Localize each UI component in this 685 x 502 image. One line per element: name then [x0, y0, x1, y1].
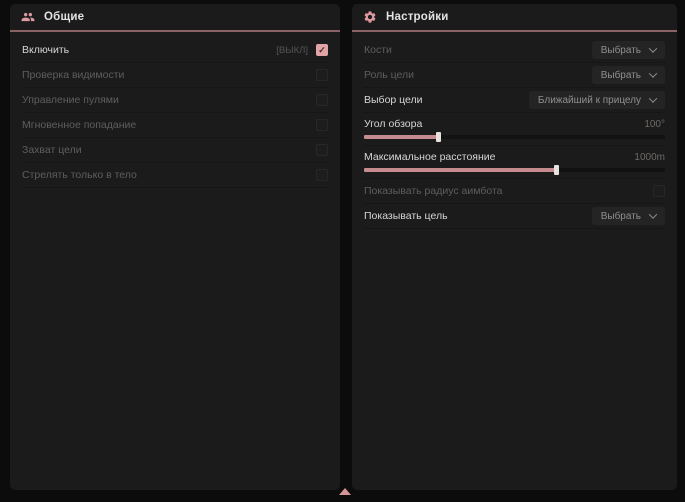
dropdown-value: Выбрать — [601, 70, 641, 81]
settings-panel-header: Настройки — [352, 4, 677, 30]
bones-dropdown[interactable]: Выбрать — [592, 41, 665, 59]
target-role-dropdown[interactable]: Выбрать — [592, 66, 665, 84]
visibility-check-checkbox[interactable] — [316, 69, 328, 81]
setting-label: Управление пулями — [22, 94, 119, 106]
row-show-radius: Показывать радиус аимбота — [364, 179, 665, 204]
setting-label: Показывать радиус аимбота — [364, 185, 503, 197]
hotkey-badge: [ВЫКЛ] — [276, 45, 308, 56]
panel-title: Общие — [44, 11, 84, 23]
chevron-down-icon — [649, 69, 657, 77]
show-radius-checkbox[interactable] — [653, 185, 665, 197]
setting-label: Максимальное расстояние — [364, 151, 495, 163]
dropdown-value: Выбрать — [601, 45, 641, 56]
dropdown-value: Выбрать — [601, 211, 641, 222]
max-distance-value: 1000m — [634, 152, 665, 163]
setting-label: Проверка видимости — [22, 69, 124, 81]
panel-title: Настройки — [386, 11, 448, 23]
show-target-dropdown[interactable]: Выбрать — [592, 207, 665, 225]
row-visibility-check: Проверка видимости — [22, 63, 328, 88]
settings-panel: Настройки Кости Выбрать Роль цели Выбрат… — [352, 4, 677, 490]
setting-label: Захват цели — [22, 144, 82, 156]
row-target-role: Роль цели Выбрать — [364, 63, 665, 88]
people-icon — [21, 10, 35, 24]
dropdown-value: Ближайший к прицелу — [538, 95, 641, 106]
setting-label: Угол обзора — [364, 118, 422, 130]
chevron-down-icon — [649, 94, 657, 102]
slider-fill — [364, 135, 439, 139]
row-max-distance: Максимальное расстояние 1000m — [364, 146, 665, 179]
fov-value: 100° — [644, 119, 665, 130]
setting-label: Выбор цели — [364, 94, 423, 106]
general-panel-header: Общие — [10, 4, 340, 30]
chevron-down-icon — [649, 210, 657, 218]
bullet-control-checkbox[interactable] — [316, 94, 328, 106]
row-bullet-control: Управление пулями — [22, 88, 328, 113]
row-enable: Включить [ВЫКЛ] — [22, 38, 328, 63]
setting-label: Мгновенное попадание — [22, 119, 136, 131]
row-bones: Кости Выбрать — [364, 38, 665, 63]
instant-hit-checkbox[interactable] — [316, 119, 328, 131]
chevron-down-icon — [649, 44, 657, 52]
setting-label: Роль цели — [364, 69, 414, 81]
setting-label: Показывать цель — [364, 210, 448, 222]
slider-thumb[interactable] — [436, 132, 441, 142]
row-target-lock: Захват цели — [22, 138, 328, 163]
slider-fill — [364, 168, 557, 172]
row-show-target: Показывать цель Выбрать — [364, 204, 665, 229]
row-instant-hit: Мгновенное попадание — [22, 113, 328, 138]
target-select-dropdown[interactable]: Ближайший к прицелу — [529, 91, 665, 109]
setting-label: Стрелять только в тело — [22, 169, 137, 181]
setting-label: Кости — [364, 44, 392, 56]
max-distance-slider[interactable] — [364, 168, 665, 172]
row-body-only: Стрелять только в тело — [22, 163, 328, 188]
gear-icon — [363, 10, 377, 24]
row-target-select: Выбор цели Ближайший к прицелу — [364, 88, 665, 113]
body-only-checkbox[interactable] — [316, 169, 328, 181]
row-fov: Угол обзора 100° — [364, 113, 665, 146]
target-lock-checkbox[interactable] — [316, 144, 328, 156]
slider-thumb[interactable] — [554, 165, 559, 175]
general-panel: Общие Включить [ВЫКЛ] Проверка видимости… — [10, 4, 340, 490]
enable-checkbox[interactable] — [316, 44, 328, 56]
scroll-up-indicator-icon[interactable] — [339, 488, 351, 495]
fov-slider[interactable] — [364, 135, 665, 139]
setting-label: Включить — [22, 44, 69, 56]
